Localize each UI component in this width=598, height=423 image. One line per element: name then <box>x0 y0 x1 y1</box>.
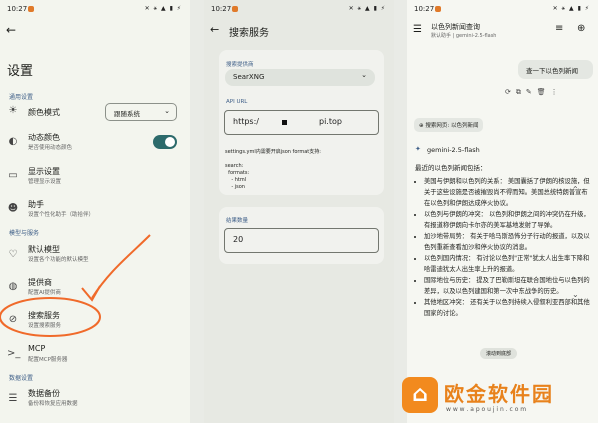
list-icon[interactable]: ≡ <box>555 23 563 34</box>
gemini-icon: ✦ <box>415 145 421 153</box>
annotation-arrow <box>0 234 151 337</box>
json-hint-title: settings.yml内需要开启json format支持: <box>225 149 321 155</box>
list-item: 以色列国内情况： 有讨论以色列"正常"犹太人出生率下降和哈雷迪犹太人出生率上升的… <box>424 253 590 275</box>
json-hint-code: search: formats: - html - json <box>225 163 250 190</box>
status-bar: 10:27 ✕ ⚹ ▲ ▮ ⚡ <box>407 5 598 15</box>
watermark-logo-icon: ⌂ <box>402 377 438 413</box>
api-url-value: https:/ <box>233 117 259 126</box>
search-chip[interactable]: ⊕ 搜索网页: 以色列新闻 <box>414 118 484 132</box>
chat-subtitle: 默认助手 | gemini-2.5-flash <box>431 33 497 39</box>
api-url-input[interactable]: https:/ pi.top <box>224 110 379 135</box>
status-bar: 10:27 ✕ ⚹ ▲ ▮ ⚡ <box>204 5 394 15</box>
notification-icon <box>232 6 238 12</box>
new-chat-icon[interactable]: ⊕ <box>577 23 585 34</box>
api-url-tail: pi.top <box>319 117 342 126</box>
list-item: 美国与伊朗和以色列的关系： 美国囊括了伊朗的核设施，但关于这些设施是否被摧毁尚不… <box>424 176 590 209</box>
menu-icon[interactable]: ☰ <box>413 24 422 35</box>
result-count-input[interactable]: 20 <box>224 228 379 253</box>
answer-intro: 最近的以色列新闻包括： <box>415 164 487 172</box>
chat-title: 以色列新闻查询 <box>431 23 480 31</box>
search-service-screen: 10:27 ✕ ⚹ ▲ ▮ ⚡ ← 搜索服务 搜索提供商 SearXNG ⌄ A… <box>204 0 394 423</box>
list-item: 以色列与伊朗的冲突： 以色列和伊朗之间的冲突仍在升级，有报道称伊朗向卡尔亦的美军… <box>424 209 590 231</box>
list-item: 国际地位与历史： 提及了巴勒斯坦在联合国地位与以色列的差异，以及以色列建国和第一… <box>424 275 590 297</box>
status-time: 10:27 <box>211 5 232 13</box>
answer-list: 美国与伊朗和以色列的关系： 美国囊括了伊朗的核设施，但关于这些设施是否被摧毁尚不… <box>424 176 590 319</box>
provider-value: SearXNG <box>233 73 265 81</box>
watermark: ⌂ 欧金软件园 w w w . a p o u j i n . c o m <box>400 375 590 421</box>
user-message: 查一下以色列新闻 <box>518 60 593 79</box>
watermark-url: w w w . a p o u j i n . c o m <box>446 406 527 413</box>
api-url-label: API URL <box>226 99 248 105</box>
redaction-mark <box>282 120 287 125</box>
scroll-down-icon[interactable]: ⌄ <box>572 290 579 299</box>
back-arrow-icon[interactable]: ← <box>210 23 219 36</box>
scroll-up-icon[interactable]: ⌃ <box>572 185 579 194</box>
chat-screen: 10:27 ✕ ⚹ ▲ ▮ ⚡ ☰ 以色列新闻查询 默认助手 | gemini-… <box>407 0 598 423</box>
settings-screen: 10:27 ✕ ⚹ ▲ ▮ ⚡ ← 设置 通用设置 ☀ 颜色模式 跟随系统 ⌄ ◐… <box>0 0 190 423</box>
search-chip-label: 搜索网页: 以色列新闻 <box>425 123 479 129</box>
page-title: 搜索服务 <box>229 28 269 39</box>
provider-card: 搜索提供商 SearXNG ⌄ API URL https:/ pi.top s… <box>219 50 384 195</box>
status-icons: ✕ ⚹ ▲ ▮ ⚡ <box>348 5 386 12</box>
model-name: gemini-2.5-flash <box>427 146 480 154</box>
scroll-to-bottom-button[interactable]: 滚动到底部 <box>480 348 518 359</box>
status-icons: ✕ ⚹ ▲ ▮ ⚡ <box>552 5 590 12</box>
result-count-label: 结果数量 <box>226 218 249 224</box>
chevron-down-icon: ⌄ <box>361 71 367 79</box>
provider-label: 搜索提供商 <box>226 62 254 68</box>
result-count-card: 结果数量 20 <box>219 207 384 264</box>
notification-icon <box>435 6 441 12</box>
message-actions[interactable]: ⟳⧉✎🗑⋮ <box>505 88 563 97</box>
watermark-brand: 欧金软件园 <box>444 382 554 406</box>
status-time: 10:27 <box>414 5 435 13</box>
provider-select[interactable]: SearXNG ⌄ <box>225 69 375 86</box>
list-item: 加沙地带局势： 有关于哈马斯恐怖分子行动的报道，以及以色列重新查看加沙和停火协议… <box>424 231 590 253</box>
list-item: 其他地区冲突： 还有关于以色列持续入侵叙利亚西部和其他国家的讨论。 <box>424 297 590 319</box>
